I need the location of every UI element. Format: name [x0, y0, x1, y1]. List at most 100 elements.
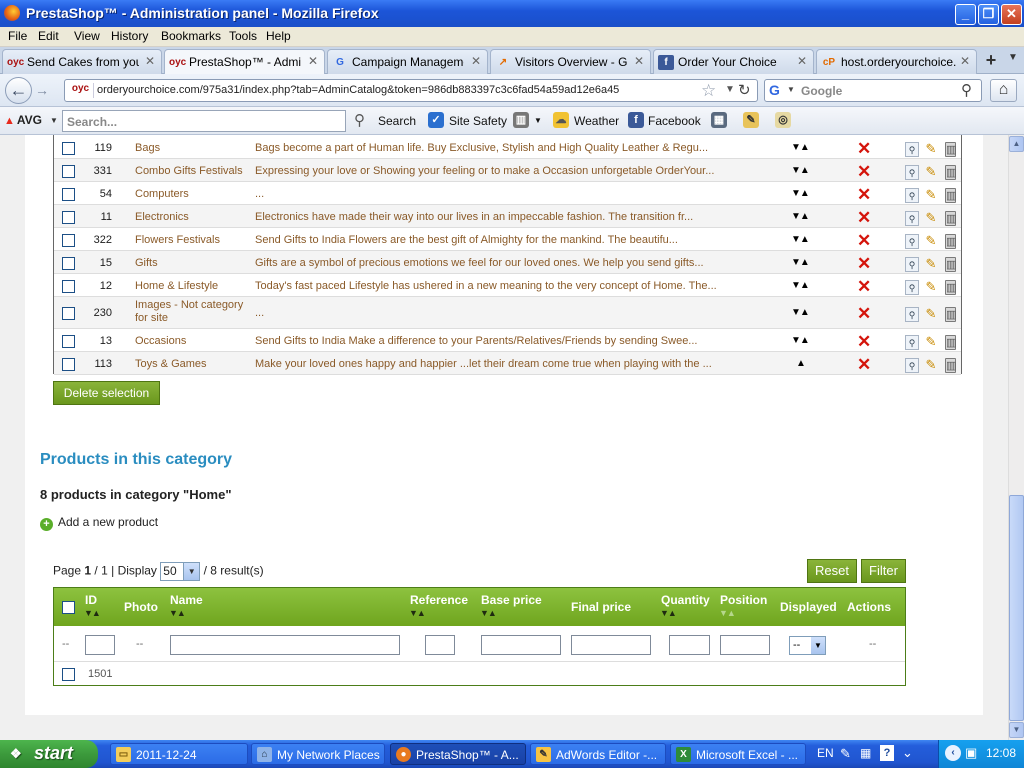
- tab-cpanel[interactable]: cP host.orderyourchoice.... ✕: [816, 49, 977, 74]
- category-name[interactable]: Electronics: [135, 211, 250, 224]
- search-magnifier-icon[interactable]: ⚲: [961, 81, 972, 99]
- delete-trash-icon[interactable]: ▥: [945, 165, 956, 180]
- tab-close-icon[interactable]: ✕: [634, 54, 644, 68]
- category-name[interactable]: Toys & Games: [135, 358, 250, 371]
- engine-dropdown-icon[interactable]: ▼: [787, 85, 795, 94]
- add-new-product-link[interactable]: + Add a new product: [40, 515, 158, 531]
- browser-search-bar[interactable]: G ▼ Google ⚲: [764, 79, 982, 102]
- vertical-scrollbar[interactable]: ▲ ▼: [1008, 135, 1024, 740]
- bookmark-star-icon[interactable]: ☆: [701, 81, 716, 101]
- avg-logo[interactable]: ▲ AVG: [4, 113, 42, 127]
- filter-final-price-input[interactable]: [571, 635, 651, 655]
- weather-button[interactable]: Weather: [574, 114, 619, 128]
- edit-pencil-icon[interactable]: ✎: [924, 187, 938, 202]
- view-magnifier-icon[interactable]: ⚲: [905, 307, 919, 322]
- view-magnifier-icon[interactable]: ⚲: [905, 234, 919, 249]
- task-folder[interactable]: ▭ 2011-12-24: [110, 743, 248, 765]
- table-row[interactable]: 1501: [54, 663, 905, 685]
- edit-pencil-icon[interactable]: ✎: [924, 279, 938, 294]
- new-tab-plus-icon[interactable]: +: [980, 50, 1002, 72]
- sort-arrows-icon[interactable]: ▼▲: [409, 608, 426, 618]
- scroll-up-icon[interactable]: ▲: [1009, 136, 1024, 152]
- position-arrows-icon[interactable]: ▼▲: [791, 188, 810, 199]
- view-magnifier-icon[interactable]: ⚲: [905, 211, 919, 226]
- filter-base-price-input[interactable]: [481, 635, 561, 655]
- col-quantity[interactable]: Quantity: [661, 593, 710, 607]
- sort-arrows-icon[interactable]: ▼▲: [169, 608, 186, 618]
- position-arrows-icon[interactable]: ▼▲: [791, 165, 810, 176]
- status-disabled-x-icon[interactable]: ✕: [857, 208, 871, 228]
- category-name[interactable]: Bags: [135, 142, 250, 155]
- tab-campaign-management[interactable]: G Campaign Management ✕: [327, 49, 488, 74]
- trash-icon[interactable]: ▥: [513, 112, 529, 128]
- col-name[interactable]: Name: [170, 593, 203, 607]
- tab-close-icon[interactable]: ✕: [471, 54, 481, 68]
- col-reference[interactable]: Reference: [410, 593, 468, 607]
- menu-help[interactable]: Help: [266, 29, 291, 43]
- row-checkbox[interactable]: [62, 668, 75, 681]
- category-row[interactable]: 113 Toys & Games Make your loved ones happ…: [54, 352, 961, 375]
- position-arrows-icon[interactable]: ▼▲: [791, 234, 810, 245]
- sort-arrows-icon[interactable]: ▼▲: [480, 608, 497, 618]
- sort-arrows-icon[interactable]: ▼▲: [84, 608, 101, 618]
- menu-bookmarks[interactable]: Bookmarks: [161, 29, 221, 43]
- forward-arrow-icon[interactable]: →: [35, 82, 49, 98]
- tab-send-cakes[interactable]: oyc Send Cakes from your ... ✕: [2, 49, 162, 74]
- delete-selection-button[interactable]: Delete selection: [53, 381, 160, 405]
- sort-arrows-icon[interactable]: ▼▲: [660, 608, 677, 618]
- site-identity-icon[interactable]: oyc: [68, 83, 94, 98]
- status-disabled-x-icon[interactable]: ✕: [857, 277, 871, 297]
- view-magnifier-icon[interactable]: ⚲: [905, 257, 919, 272]
- delete-trash-icon[interactable]: ▥: [945, 307, 956, 322]
- edit-pencil-icon[interactable]: ✎: [924, 256, 938, 271]
- category-name[interactable]: Occasions: [135, 335, 250, 348]
- status-disabled-x-icon[interactable]: ✕: [857, 355, 871, 375]
- category-name[interactable]: Home & Lifestyle: [135, 280, 250, 293]
- reload-icon[interactable]: ↻: [738, 81, 751, 99]
- menu-file[interactable]: File: [8, 29, 27, 43]
- position-arrows-icon[interactable]: ▼▲: [791, 142, 810, 153]
- trash-dropdown-icon[interactable]: ▼: [534, 116, 542, 125]
- reset-button[interactable]: Reset: [807, 559, 857, 583]
- view-magnifier-icon[interactable]: ⚲: [905, 358, 919, 373]
- scrollbar-thumb[interactable]: [1009, 495, 1024, 721]
- position-arrows-icon[interactable]: ▼▲: [791, 307, 810, 318]
- delete-trash-icon[interactable]: ▥: [945, 211, 956, 226]
- filter-id-input[interactable]: [85, 635, 115, 655]
- filter-button[interactable]: Filter: [861, 559, 906, 583]
- view-magnifier-icon[interactable]: ⚲: [905, 188, 919, 203]
- sort-arrows-icon[interactable]: ▼▲: [719, 608, 736, 618]
- tab-prestashop[interactable]: oyc PrestaShop™ - Admini... ✕: [164, 49, 325, 75]
- category-row[interactable]: 230 Images - Not category for site... ▼▲ ✕ ⚲…: [54, 297, 961, 329]
- edit-pencil-icon[interactable]: ✎: [924, 357, 938, 372]
- edit-pencil-icon[interactable]: ✎: [924, 334, 938, 349]
- delete-trash-icon[interactable]: ▥: [945, 335, 956, 350]
- delete-trash-icon[interactable]: ▥: [945, 358, 956, 373]
- status-disabled-x-icon[interactable]: ✕: [857, 162, 871, 182]
- tab-list-chevron-icon[interactable]: ▼: [1008, 52, 1018, 63]
- tab-close-icon[interactable]: ✕: [145, 54, 155, 68]
- category-name[interactable]: Images - Not category for site: [135, 299, 250, 325]
- tab-visitors-overview[interactable]: ↗ Visitors Overview - Go... ✕: [490, 49, 651, 74]
- category-name[interactable]: Flowers Festivals: [135, 234, 250, 247]
- site-safety-button[interactable]: Site Safety: [449, 114, 507, 128]
- category-name[interactable]: Computers: [135, 188, 250, 201]
- task-adwords-editor[interactable]: ✎ AdWords Editor -...: [530, 743, 666, 765]
- filter-name-input[interactable]: [170, 635, 400, 655]
- category-row[interactable]: 54 Computers... ▼▲ ✕ ⚲ ✎ ▥: [54, 182, 961, 205]
- network-tray-icon[interactable]: ▣: [965, 745, 977, 761]
- view-magnifier-icon[interactable]: ⚲: [905, 335, 919, 350]
- task-excel[interactable]: X Microsoft Excel - ...: [670, 743, 806, 765]
- status-disabled-x-icon[interactable]: ✕: [857, 139, 871, 159]
- task-network-places[interactable]: ⌂ My Network Places: [251, 743, 385, 765]
- edit-pencil-icon[interactable]: ✎: [924, 164, 938, 179]
- maximize-button[interactable]: ❐: [978, 4, 999, 25]
- delete-trash-icon[interactable]: ▥: [945, 142, 956, 157]
- category-row[interactable]: 331 Combo Gifts Festivals Expressing your …: [54, 159, 961, 182]
- category-name[interactable]: Gifts: [135, 257, 250, 270]
- pen-icon[interactable]: ✎: [840, 746, 851, 762]
- task-firefox[interactable]: ● PrestaShop™ - A...: [390, 743, 526, 765]
- tab-close-icon[interactable]: ✕: [308, 54, 318, 68]
- filter-reference-input[interactable]: [425, 635, 455, 655]
- tab-close-icon[interactable]: ✕: [797, 54, 807, 68]
